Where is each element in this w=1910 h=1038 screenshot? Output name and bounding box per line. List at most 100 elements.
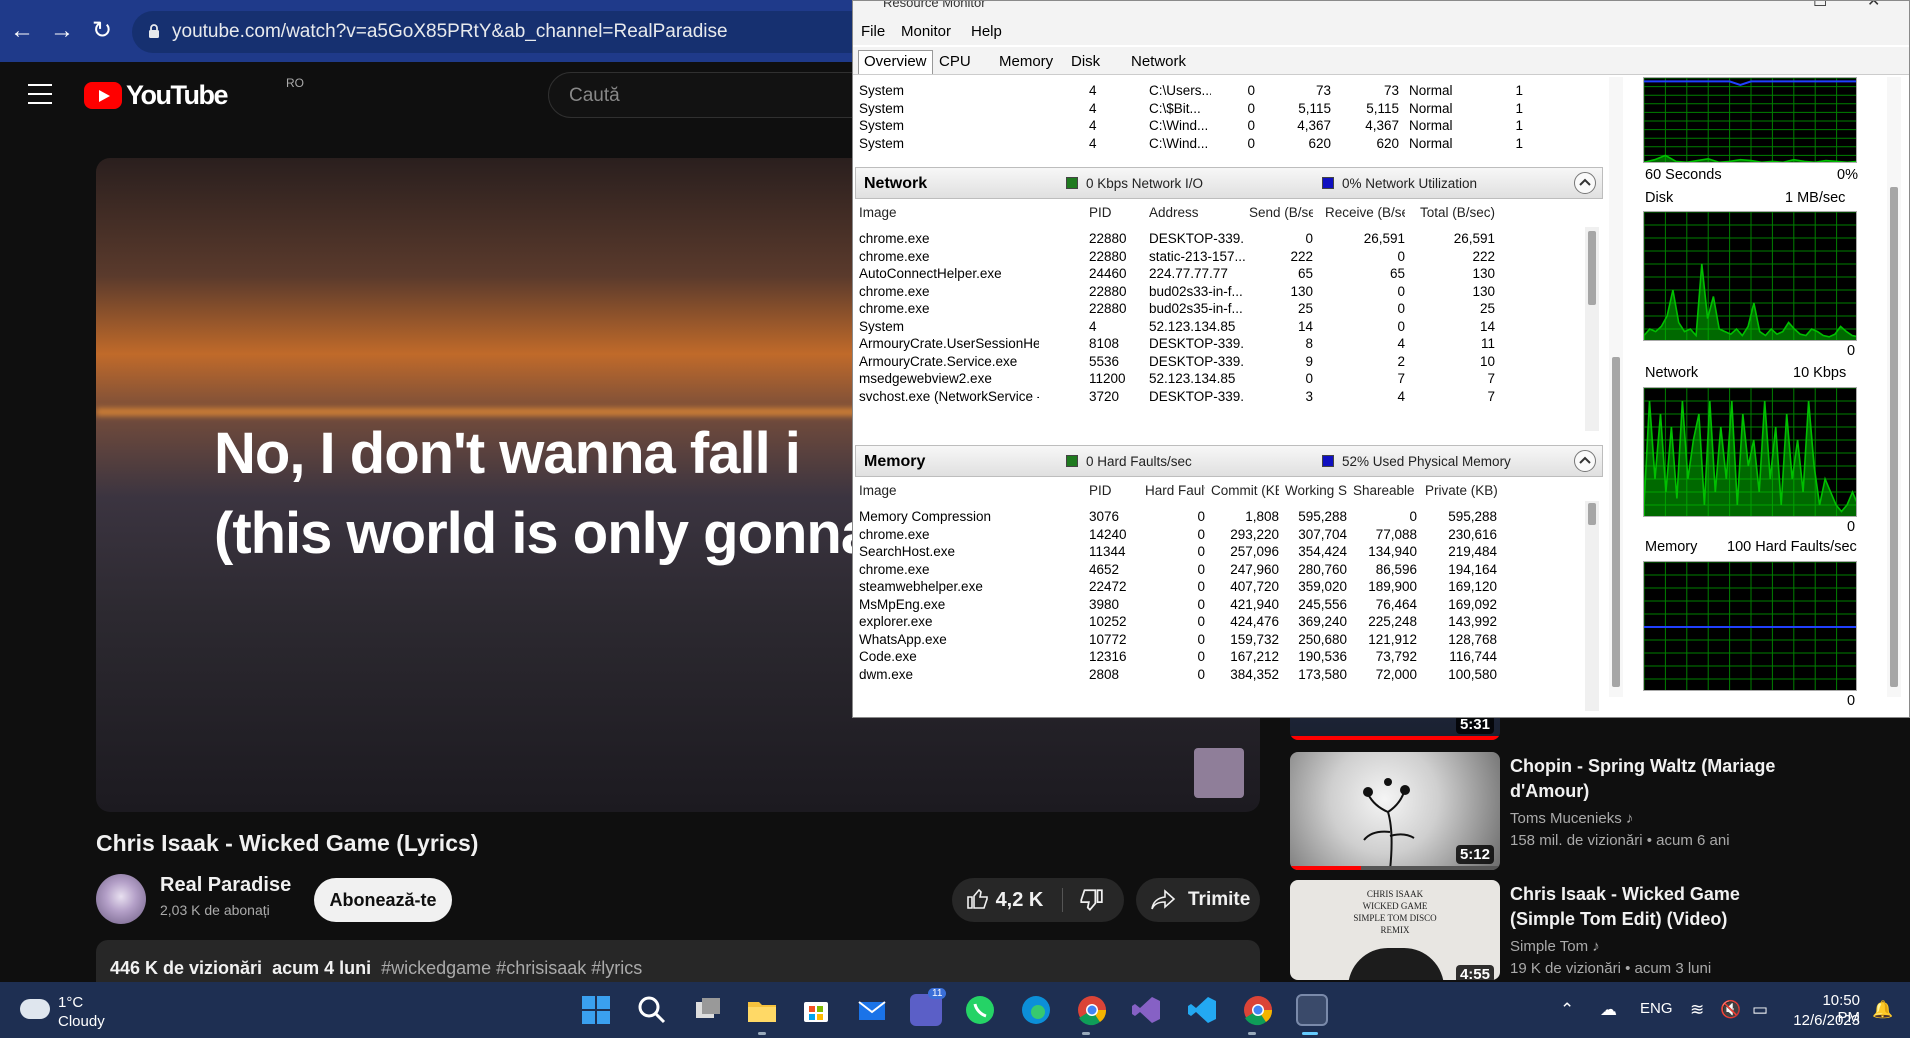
menu-help[interactable]: Help bbox=[971, 23, 1002, 40]
chevron-up-icon[interactable]: ⌃ bbox=[1560, 1000, 1574, 1020]
reload-icon[interactable]: ↻ bbox=[88, 17, 116, 45]
video-duration: 4:55 bbox=[1455, 965, 1494, 980]
column-header[interactable]: Image bbox=[859, 483, 1039, 498]
teams-icon[interactable]: 11 bbox=[910, 988, 947, 1026]
weather-temperature[interactable]: 1°C bbox=[58, 994, 83, 1011]
column-header[interactable]: Total (B/sec) bbox=[1415, 205, 1495, 220]
column-header[interactable]: Shareable ... bbox=[1353, 483, 1417, 498]
column-header[interactable]: Receive (B/sec) bbox=[1325, 205, 1405, 220]
table-cell: steamwebhelper.exe bbox=[859, 579, 983, 594]
recommendation-title[interactable]: Chopin - Spring Waltz (Mariage d'Amour) bbox=[1510, 754, 1780, 804]
column-header[interactable]: Working S... bbox=[1285, 483, 1347, 498]
search-icon[interactable] bbox=[636, 994, 668, 1026]
subscribe-button[interactable]: Abonează-te bbox=[314, 878, 452, 922]
table-cell: 22880 bbox=[1089, 231, 1127, 246]
table-cell: WhatsApp.exe bbox=[859, 631, 947, 647]
physical-memory-stat: 52% Used Physical Memory bbox=[1342, 454, 1511, 469]
task-view-icon[interactable] bbox=[692, 994, 724, 1026]
tab-disk[interactable]: Disk bbox=[1071, 53, 1100, 70]
recommendation-title[interactable]: Chris Isaak - Wicked Game (Simple Tom Ed… bbox=[1510, 882, 1780, 932]
channel-name[interactable]: Real Paradise bbox=[160, 874, 291, 897]
store-icon[interactable] bbox=[800, 994, 832, 1026]
tab-overview[interactable]: Overview bbox=[858, 50, 933, 74]
menu-monitor[interactable]: Monitor bbox=[901, 23, 951, 40]
recommendation-thumbnail[interactable]: 5:12 bbox=[1290, 752, 1500, 870]
windows-start-icon[interactable] bbox=[580, 994, 612, 1026]
network-util-stat: 0% Network Utilization bbox=[1342, 176, 1478, 191]
table-row[interactable]: System 4 C:\Wind... 0 620 620 Normal 1 bbox=[859, 134, 1599, 154]
table-cell: 76,464 bbox=[1375, 596, 1417, 612]
column-header[interactable]: PID bbox=[1089, 483, 1135, 498]
subscriber-count: 2,03 K de abonați bbox=[160, 902, 270, 918]
collapse-chevron-icon[interactable] bbox=[1574, 450, 1596, 472]
speaker-muted-icon[interactable]: 🔇 bbox=[1720, 1000, 1741, 1020]
file-explorer-icon[interactable] bbox=[746, 994, 778, 1026]
tab-cpu[interactable]: CPU bbox=[939, 53, 971, 70]
cloud-icon[interactable] bbox=[20, 999, 50, 1019]
maximize-icon[interactable]: ☐ bbox=[1813, 1, 1827, 11]
table-cell: 128,768 bbox=[1448, 631, 1497, 647]
forward-arrow-icon[interactable]: → bbox=[48, 17, 76, 45]
search-input[interactable]: Caută bbox=[548, 72, 868, 118]
table-row[interactable]: svchost.exe (NetworkService -p) 3720 DESKT… bbox=[859, 387, 1599, 408]
scrollbar[interactable] bbox=[1609, 77, 1623, 697]
network-section-header[interactable]: Network 0 Kbps Network I/O 0% Network Ut… bbox=[855, 167, 1603, 199]
column-header[interactable]: Address bbox=[1149, 205, 1245, 220]
chrome-profile-icon[interactable] bbox=[1242, 994, 1274, 1026]
table-row[interactable]: dwm.exe 2808 0 384,352 173,580 72,000 100,580 bbox=[859, 665, 1599, 686]
clock-date[interactable]: 12/6/2023 bbox=[1786, 1012, 1860, 1029]
tab-memory[interactable]: Memory bbox=[999, 53, 1053, 70]
table-cell: 354,424 bbox=[1298, 544, 1347, 559]
vscode-icon[interactable] bbox=[1186, 994, 1218, 1026]
scrollbar[interactable] bbox=[1887, 77, 1901, 697]
battery-icon[interactable]: ▭ bbox=[1752, 1000, 1768, 1020]
scrollbar[interactable] bbox=[1585, 227, 1599, 431]
edge-icon[interactable] bbox=[1020, 994, 1052, 1026]
table-header: Image PID Address Send (B/sec) Receive (B/se… bbox=[859, 203, 1599, 227]
table-cell: 0 bbox=[1247, 100, 1255, 116]
recommendation-channel[interactable]: Toms Mucenieks ♪ bbox=[1510, 810, 1633, 827]
language-indicator[interactable]: ENG bbox=[1640, 1000, 1673, 1017]
table-cell: 4 bbox=[1089, 135, 1097, 151]
menu-file[interactable]: File bbox=[861, 23, 885, 40]
table-cell: 11200 bbox=[1089, 371, 1126, 386]
memory-section-header[interactable]: Memory 0 Hard Faults/sec 52% Used Physic… bbox=[855, 445, 1603, 477]
table-cell: 0 bbox=[1409, 509, 1417, 524]
whatsapp-icon[interactable] bbox=[964, 994, 996, 1026]
mail-icon[interactable] bbox=[856, 994, 888, 1026]
column-header[interactable]: Commit (KB) bbox=[1211, 483, 1279, 498]
column-header[interactable]: PID bbox=[1089, 205, 1135, 220]
table-cell: 0 bbox=[1197, 649, 1205, 664]
avatar[interactable] bbox=[96, 874, 146, 924]
collapse-chevron-icon[interactable] bbox=[1574, 172, 1596, 194]
wifi-icon[interactable]: ≋ bbox=[1690, 1000, 1704, 1020]
scrollbar[interactable] bbox=[1585, 501, 1599, 711]
channel-watermark[interactable] bbox=[1194, 748, 1244, 798]
like-button[interactable]: 4,2 K bbox=[966, 887, 1043, 912]
column-header[interactable]: Private (KB) bbox=[1425, 483, 1497, 498]
visual-studio-icon[interactable] bbox=[1130, 994, 1162, 1026]
notification-bell-icon[interactable]: 🔔 bbox=[1872, 1000, 1893, 1020]
table-cell: chrome.exe bbox=[859, 231, 930, 246]
recommendation-channel[interactable]: Simple Tom ♪ bbox=[1510, 938, 1600, 955]
column-header[interactable]: Send (B/sec) bbox=[1249, 205, 1313, 220]
close-icon[interactable]: ✕ bbox=[1867, 1, 1880, 11]
tab-network[interactable]: Network bbox=[1131, 53, 1186, 70]
menu-icon[interactable] bbox=[28, 84, 52, 104]
table-cell: 0 bbox=[1397, 283, 1405, 299]
table-cell: C:\Wind... bbox=[1149, 118, 1209, 133]
table-cell: 0 bbox=[1197, 509, 1205, 524]
recommendation-thumbnail[interactable]: CHRIS ISAAK WICKED GAME SIMPLE TOM DISCO… bbox=[1290, 880, 1500, 980]
column-header[interactable]: Hard Fault... bbox=[1145, 483, 1205, 498]
weather-description[interactable]: Cloudy bbox=[58, 1013, 105, 1030]
share-button[interactable]: Trimite bbox=[1136, 878, 1260, 922]
column-header[interactable]: Image bbox=[859, 205, 1039, 220]
hashtags[interactable]: #wickedgame #chrisisaak #lyrics bbox=[381, 958, 642, 978]
thumbs-up-icon bbox=[967, 888, 988, 909]
resource-monitor-taskbar-icon[interactable] bbox=[1296, 994, 1328, 1026]
back-arrow-icon[interactable]: ← bbox=[8, 17, 36, 45]
thumbs-down-icon[interactable] bbox=[1078, 887, 1104, 913]
window-titlebar[interactable]: Resource Monitor ☐ ✕ bbox=[853, 1, 1909, 19]
chrome-icon[interactable] bbox=[1076, 994, 1108, 1026]
onedrive-icon[interactable]: ☁ bbox=[1600, 1000, 1617, 1020]
